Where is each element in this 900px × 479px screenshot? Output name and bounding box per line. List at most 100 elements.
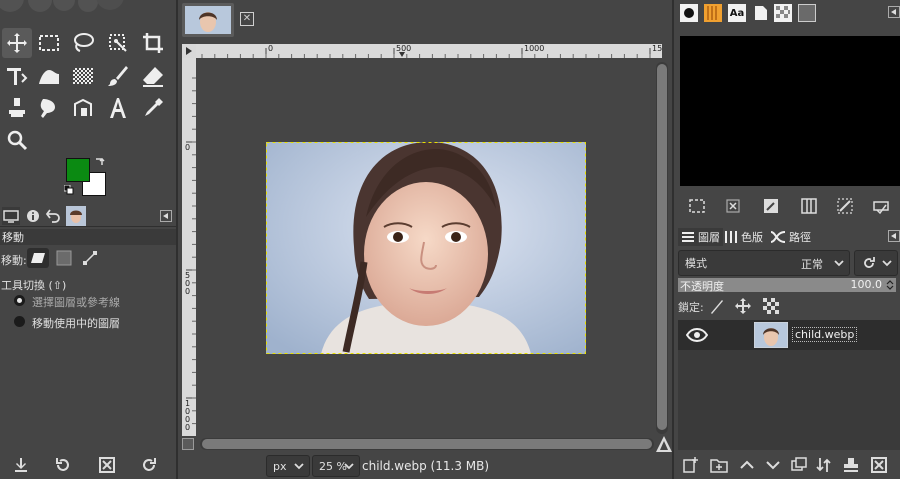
composite-mode-button[interactable] bbox=[854, 250, 898, 276]
brush-view-button[interactable] bbox=[688, 197, 706, 215]
warp-transform-button[interactable] bbox=[34, 61, 64, 91]
text-tool-button[interactable] bbox=[103, 93, 133, 123]
tab-tool-options[interactable] bbox=[2, 207, 20, 225]
rect-select-button[interactable] bbox=[34, 28, 64, 58]
zoom-selector[interactable]: 25 % bbox=[312, 455, 360, 477]
fuzzy-select-button[interactable] bbox=[103, 28, 133, 58]
quick-mask-toggle[interactable] bbox=[182, 438, 194, 450]
unified-transform-button[interactable] bbox=[2, 61, 32, 91]
tab-channels[interactable]: 色版 bbox=[724, 228, 763, 246]
new-layer-group-button[interactable] bbox=[710, 456, 728, 474]
paintbrush-button[interactable] bbox=[103, 61, 133, 91]
channels-icon bbox=[725, 231, 737, 243]
tab-device-status[interactable] bbox=[24, 207, 42, 225]
anchor-layer-button[interactable] bbox=[842, 456, 860, 474]
columns-icon bbox=[801, 198, 817, 214]
eye-icon[interactable] bbox=[686, 327, 708, 343]
vertical-ruler[interactable]: 0 5 0 0 1 0 0 0 bbox=[182, 58, 196, 436]
raise-layer-button[interactable] bbox=[738, 456, 756, 474]
tool-options-title: 移動 bbox=[0, 229, 176, 245]
horizontal-scrollbar-thumb[interactable] bbox=[202, 439, 652, 449]
clone-button[interactable] bbox=[2, 93, 32, 123]
duplicate-layer-button[interactable] bbox=[790, 456, 808, 474]
gradient-button[interactable] bbox=[68, 61, 98, 91]
paths-icon bbox=[74, 98, 92, 116]
restore-icon bbox=[56, 458, 69, 471]
crop-button[interactable] bbox=[138, 28, 168, 58]
brush-columns-button[interactable] bbox=[800, 197, 818, 215]
unit-selector[interactable]: px bbox=[266, 455, 310, 477]
vruler-label-0: 0 bbox=[185, 143, 191, 152]
lock-alpha-icon[interactable] bbox=[762, 297, 780, 315]
tab-gradients[interactable] bbox=[798, 4, 816, 22]
brush-close-button[interactable] bbox=[724, 197, 742, 215]
dock-menu-button[interactable] bbox=[160, 210, 172, 222]
tab-patterns[interactable] bbox=[704, 4, 722, 22]
color-picker-button[interactable] bbox=[138, 93, 168, 123]
lasso-button[interactable] bbox=[68, 28, 98, 58]
lower-layer-button[interactable] bbox=[764, 456, 782, 474]
layer-row[interactable]: child.webp bbox=[678, 320, 900, 350]
dock-menu-button[interactable] bbox=[888, 230, 900, 242]
warp-transform-icon bbox=[39, 70, 59, 84]
spin-arrows-icon[interactable] bbox=[885, 279, 895, 291]
reset-icon bbox=[143, 458, 156, 471]
image-tab[interactable] bbox=[182, 3, 234, 37]
lock-pixels-icon[interactable] bbox=[708, 297, 726, 315]
tab-fonts[interactable]: Aa bbox=[728, 4, 746, 22]
tab-brushes[interactable] bbox=[680, 4, 698, 22]
paths-button[interactable] bbox=[68, 93, 98, 123]
tab-document-history[interactable] bbox=[752, 4, 770, 22]
brush-paint-button[interactable] bbox=[836, 197, 854, 215]
layer-name[interactable]: child.webp bbox=[792, 327, 858, 342]
layers-dock-tabs: 圖層 色版 路徑 bbox=[678, 226, 878, 248]
delete-tool-preset-button[interactable] bbox=[98, 456, 116, 474]
brush-edit-button[interactable] bbox=[762, 197, 780, 215]
tab-images[interactable] bbox=[66, 206, 86, 226]
save-icon bbox=[15, 458, 27, 472]
radio-active-layer-label: 移動使用中的圖層 bbox=[32, 317, 120, 330]
merge-layer-button[interactable] bbox=[816, 456, 834, 474]
save-tool-preset-button[interactable] bbox=[12, 456, 30, 474]
brush-print-button[interactable] bbox=[872, 197, 890, 215]
radio-pick-layer[interactable] bbox=[14, 295, 25, 306]
canvas-workspace[interactable] bbox=[196, 58, 654, 434]
tab-paths[interactable]: 路徑 bbox=[770, 228, 811, 246]
layer-list[interactable]: child.webp bbox=[678, 320, 900, 450]
vertical-scrollbar-thumb[interactable] bbox=[657, 64, 667, 430]
child-photo[interactable] bbox=[266, 142, 586, 354]
default-colors-icon[interactable] bbox=[64, 185, 74, 195]
smudge-button[interactable] bbox=[34, 93, 64, 123]
navigate-icon[interactable] bbox=[656, 436, 672, 452]
radio-active-layer[interactable] bbox=[14, 316, 25, 327]
horizontal-ruler[interactable]: 0 500 1000 150 bbox=[196, 44, 662, 58]
move-layer-mode-button[interactable] bbox=[27, 248, 49, 268]
move-selection-mode-button[interactable] bbox=[53, 248, 75, 268]
tab-templates[interactable] bbox=[774, 4, 792, 22]
vertical-scrollbar[interactable] bbox=[656, 62, 668, 434]
tab-layers[interactable]: 圖層 bbox=[678, 228, 723, 246]
opacity-slider[interactable]: 不透明度 100.0 bbox=[678, 278, 896, 293]
zoom-icon bbox=[7, 130, 28, 151]
horizontal-scrollbar[interactable] bbox=[200, 438, 654, 450]
chevron-down-icon bbox=[882, 260, 892, 267]
layer-mode-selector[interactable]: 模式 正常 bbox=[678, 250, 850, 276]
brush-preview-area[interactable] bbox=[680, 36, 900, 186]
eraser-button[interactable] bbox=[138, 61, 168, 91]
new-layer-icon bbox=[683, 457, 698, 473]
pattern-icon bbox=[707, 6, 717, 20]
dock-menu-button[interactable] bbox=[888, 6, 900, 18]
move-tool-button[interactable] bbox=[2, 28, 32, 58]
reset-tool-options-button[interactable] bbox=[140, 456, 158, 474]
new-layer-button[interactable] bbox=[682, 456, 700, 474]
foreground-color-swatch[interactable] bbox=[66, 158, 90, 182]
zoom-button[interactable] bbox=[2, 125, 32, 155]
delete-layer-button[interactable] bbox=[870, 456, 888, 474]
restore-tool-preset-button[interactable] bbox=[54, 456, 72, 474]
move-path-mode-button[interactable] bbox=[79, 248, 101, 268]
swap-colors-icon[interactable] bbox=[94, 157, 106, 169]
lock-position-icon[interactable] bbox=[734, 297, 752, 315]
tab-undo-history[interactable] bbox=[44, 207, 62, 225]
close-tab-button[interactable]: ✕ bbox=[240, 12, 254, 26]
ruler-corner[interactable] bbox=[182, 44, 196, 58]
